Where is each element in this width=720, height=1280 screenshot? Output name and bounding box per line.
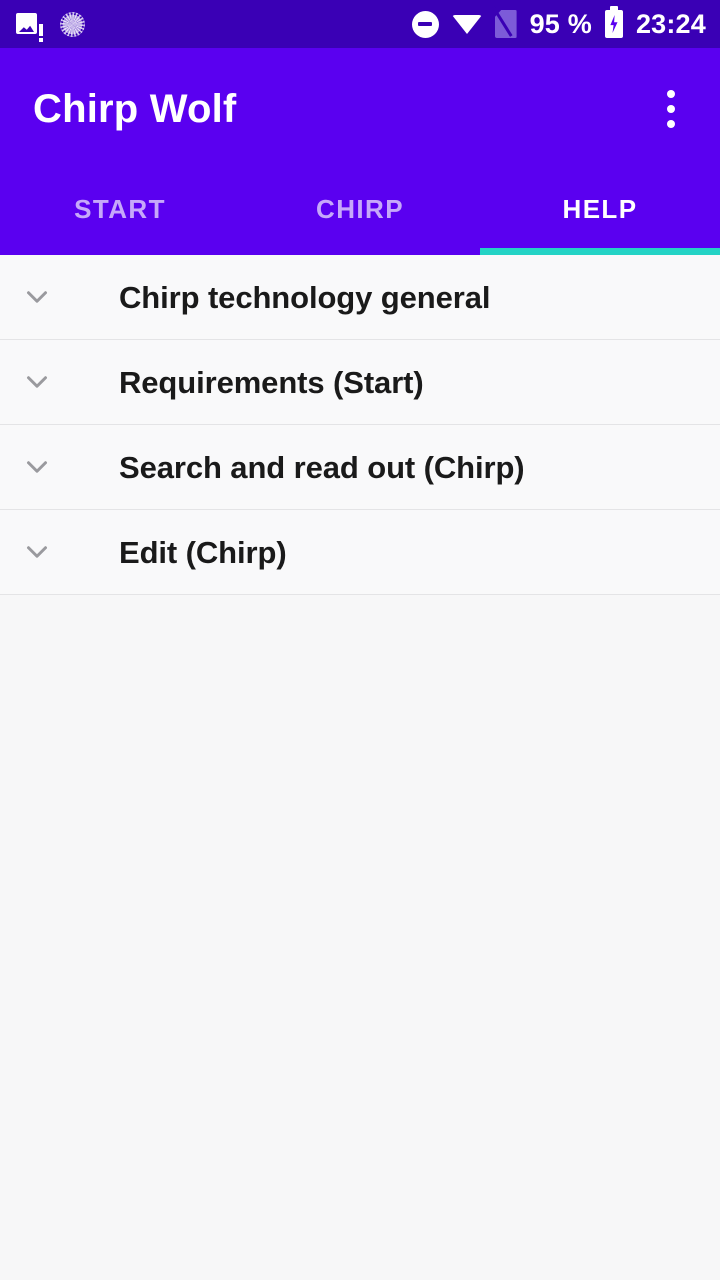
chevron-down-icon[interactable] (0, 510, 74, 595)
battery-percent-label: 95 % (529, 8, 592, 39)
clock-label: 23:24 (635, 8, 706, 39)
tab-bar: START CHIRP HELP (0, 169, 720, 255)
tab-active-indicator (480, 248, 720, 255)
list-item[interactable]: Chirp technology general (0, 255, 720, 340)
list-item-title: Requirements (Start) (119, 364, 424, 400)
tab-start[interactable]: START (0, 169, 240, 255)
list-item-title: Edit (Chirp) (119, 534, 287, 570)
help-accordion-list: Chirp technology general Requirements (S… (0, 255, 720, 1280)
status-bar-left-icons (16, 11, 85, 42)
status-bar-right-icons: 95 % 23:24 (411, 8, 706, 40)
chevron-down-icon[interactable] (0, 255, 74, 340)
chevron-down-icon[interactable] (0, 340, 74, 425)
no-sim-icon (495, 10, 517, 38)
do-not-disturb-icon (411, 10, 439, 38)
app-title: Chirp Wolf (33, 86, 237, 131)
tab-help[interactable]: HELP (480, 169, 720, 255)
chevron-down-icon[interactable] (0, 425, 74, 510)
list-item[interactable]: Edit (Chirp) (0, 510, 720, 595)
overflow-dot (667, 104, 675, 113)
app-bar: Chirp Wolf (0, 48, 720, 169)
tab-chirp[interactable]: CHIRP (240, 169, 480, 255)
battery-charging-icon (604, 10, 623, 38)
broken-image-icon (16, 12, 43, 42)
status-bar: 95 % 23:24 (0, 0, 720, 48)
list-item[interactable]: Requirements (Start) (0, 340, 720, 425)
overflow-menu-icon[interactable] (648, 81, 694, 137)
list-item-title: Chirp technology general (119, 279, 491, 315)
sync-progress-icon (60, 11, 85, 37)
overflow-dot (667, 89, 675, 98)
wifi-icon (451, 13, 482, 35)
app-screen: 95 % 23:24 Chirp Wolf START CHIRP HELP C… (0, 0, 720, 1280)
list-item-title: Search and read out (Chirp) (119, 449, 525, 485)
overflow-dot (667, 119, 675, 128)
list-item[interactable]: Search and read out (Chirp) (0, 425, 720, 510)
